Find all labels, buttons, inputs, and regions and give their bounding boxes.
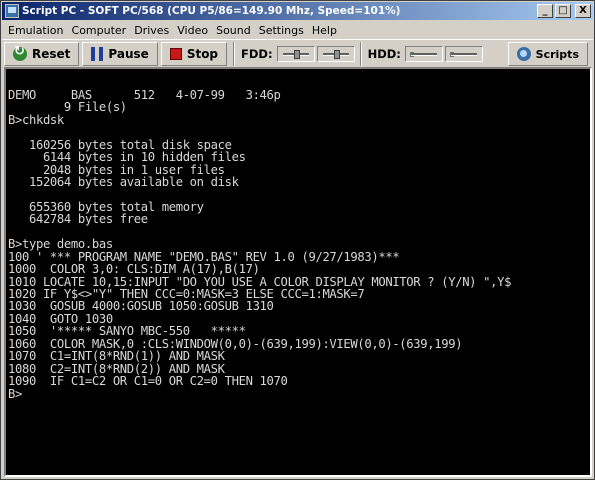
menu-bar: Emulation Computer Drives Video Sound Se… <box>2 21 593 39</box>
menu-video[interactable]: Video <box>177 23 208 38</box>
emulator-window: Script PC - SOFT PC/568 (CPU P5/86=149.9… <box>0 0 595 480</box>
toolbar-separator <box>359 41 362 66</box>
terminal-line: B>chkdsk <box>8 112 64 127</box>
window-controls: _ □ X <box>537 4 591 18</box>
menu-emulation[interactable]: Emulation <box>8 23 64 38</box>
pause-icon <box>91 46 104 61</box>
minimize-button[interactable]: _ <box>537 4 553 18</box>
menu-help[interactable]: Help <box>312 23 337 38</box>
terminal-line: B> <box>8 386 22 401</box>
terminal-line: 1000 COLOR 3,0: CLS:DIM A(17),B(17) <box>8 262 260 277</box>
scripts-button[interactable]: Scripts <box>507 42 588 66</box>
hdd-drive-c[interactable] <box>404 45 443 62</box>
terminal-line: 1030 GOSUB 4000:GOSUB 1050:GOSUB 1310 <box>8 299 274 314</box>
menu-drives[interactable]: Drives <box>134 23 169 38</box>
menu-settings[interactable]: Settings <box>259 23 304 38</box>
toolbar: Reset Pause Stop FDD: HDD: Scripts <box>2 39 593 67</box>
hdd-label: HDD: <box>367 46 401 61</box>
fdd-label: FDD: <box>241 46 273 61</box>
close-button[interactable]: X <box>575 4 591 18</box>
reset-icon <box>13 44 27 61</box>
stop-icon <box>169 47 182 60</box>
toolbar-separator <box>233 41 236 66</box>
fdd-drive-b[interactable] <box>316 45 355 62</box>
maximize-button[interactable]: □ <box>555 4 571 18</box>
pause-button[interactable]: Pause <box>82 41 158 66</box>
menu-computer[interactable]: Computer <box>72 23 127 38</box>
terminal-line: 152064 bytes available on disk <box>8 175 239 190</box>
terminal-output: DEMO BAS 512 4-07-99 3:46p 9 File(s) B>ch… <box>8 89 590 474</box>
scripts-label: Scripts <box>535 47 579 61</box>
hdd-drive-d[interactable] <box>444 45 483 62</box>
terminal-line: 9 File(s) <box>8 100 127 115</box>
app-icon[interactable] <box>5 4 19 18</box>
reset-label: Reset <box>32 46 71 61</box>
scripts-icon <box>516 47 531 61</box>
pause-label: Pause <box>108 46 149 61</box>
terminal-line: 1070 C1=INT(8*RND(1)) AND MASK <box>8 349 225 364</box>
terminal-line: 642784 bytes free <box>8 212 148 227</box>
menu-sound[interactable]: Sound <box>216 23 251 38</box>
terminal-line: 1090 IF C1=C2 OR C1=0 OR C2=0 THEN 1070 <box>8 374 288 389</box>
emulator-screen[interactable]: DEMO BAS 512 4-07-99 3:46p 9 File(s) B>ch… <box>4 67 592 477</box>
stop-button[interactable]: Stop <box>160 41 228 66</box>
terminal-line: 6144 bytes in 10 hidden files <box>8 150 246 165</box>
terminal-line: 1050 '***** SANYO MBC-550 ***** <box>8 324 246 339</box>
fdd-drive-a[interactable] <box>276 45 315 62</box>
title-bar[interactable]: Script PC - SOFT PC/568 (CPU P5/86=149.9… <box>2 2 593 20</box>
terminal-line: B>type demo.bas <box>8 237 113 252</box>
reset-button[interactable]: Reset <box>4 41 80 66</box>
stop-label: Stop <box>186 46 219 61</box>
window-title: Script PC - SOFT PC/568 (CPU P5/86=149.9… <box>22 5 401 17</box>
